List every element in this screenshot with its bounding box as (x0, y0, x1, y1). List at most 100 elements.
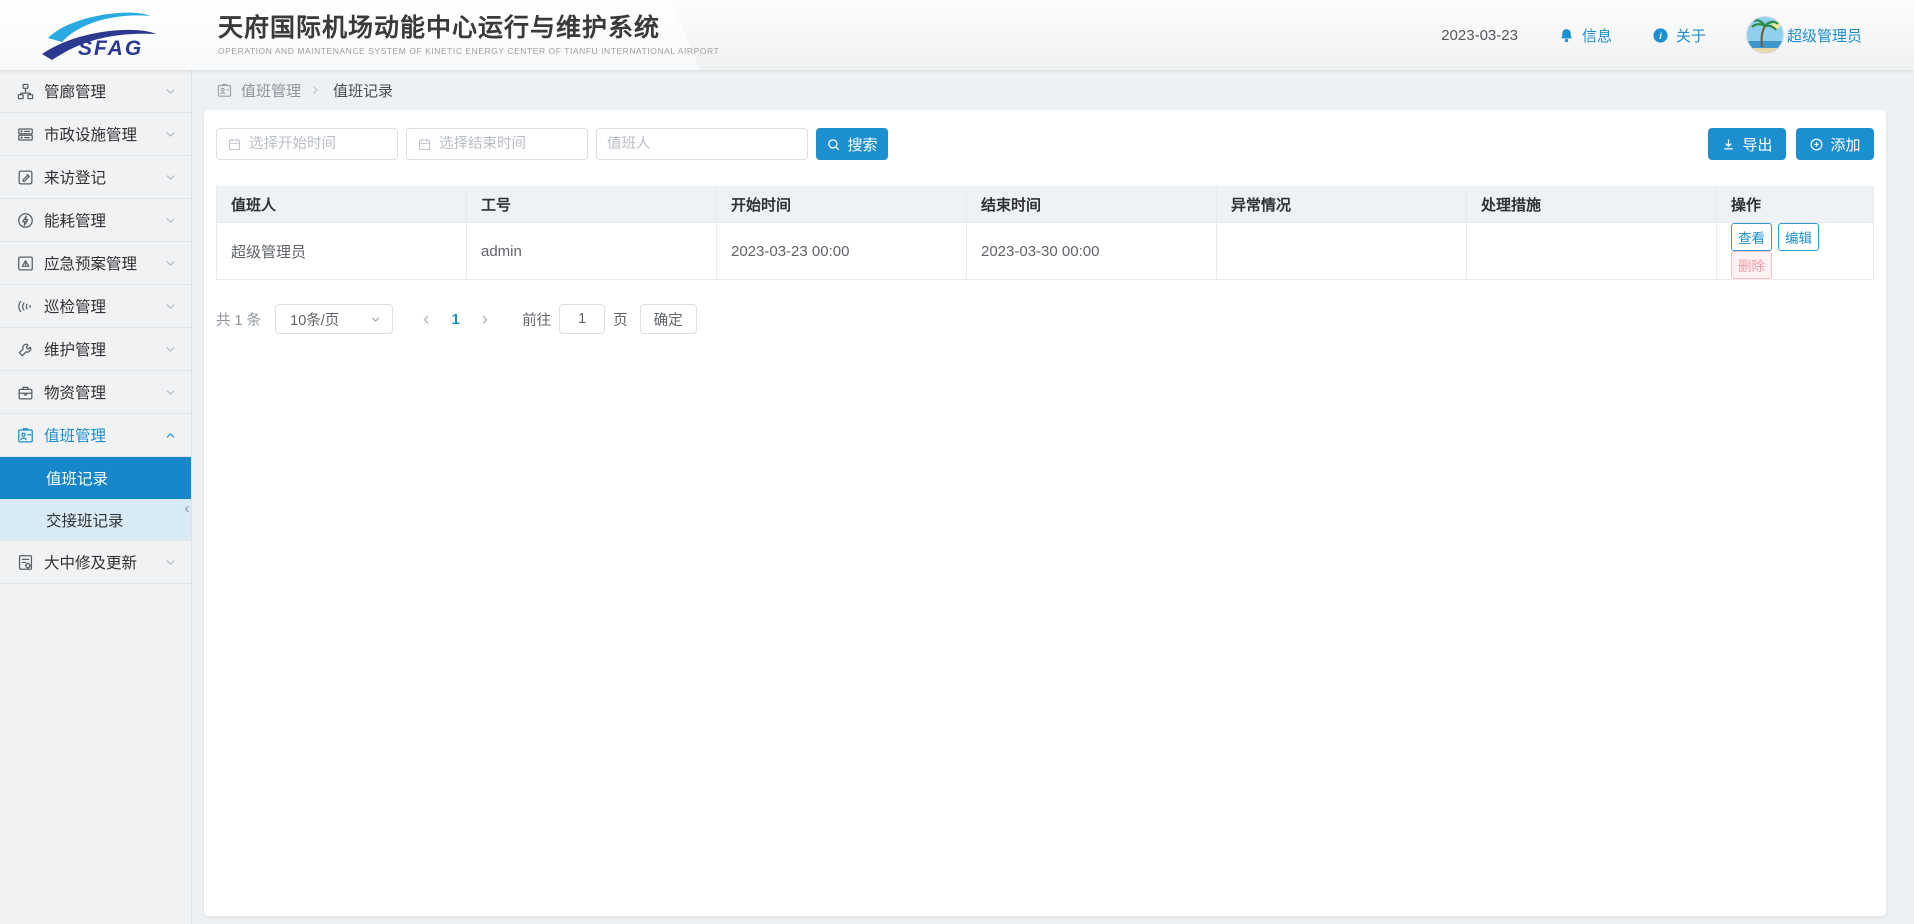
sidebar-collapse-handle[interactable]: ‹ (181, 494, 193, 522)
table-cell: 2023-03-23 00:00 (717, 223, 967, 280)
pagination: 共 1 条 10条/页 ‹ 1 › 前往 页 确定 (216, 304, 1874, 334)
sidebar-subitem-label: 交接班记录 (46, 509, 124, 531)
sidebar-item-pipe-gallery[interactable]: 管廊管理 (0, 70, 191, 113)
prev-page-button[interactable]: ‹ (411, 310, 441, 329)
calendar-icon (417, 137, 432, 152)
sidebar-item-label: 物资管理 (44, 381, 164, 403)
goto-confirm-button[interactable]: 确定 (640, 304, 697, 334)
user-menu[interactable]: 超级管理员 (1746, 16, 1862, 54)
inspection-icon (16, 297, 35, 316)
material-icon (16, 383, 35, 402)
breadcrumb-current: 值班记录 (333, 80, 393, 101)
edit-button[interactable]: 编辑 (1778, 223, 1819, 251)
chevron-down-icon (369, 313, 382, 326)
page-unit-label: 页 (613, 309, 628, 330)
chevron-down-icon (164, 556, 177, 569)
chevron-right-icon (309, 84, 321, 96)
table-row: 超级管理员admin2023-03-23 00:002023-03-30 00:… (217, 223, 1874, 280)
chevron-down-icon (164, 300, 177, 313)
sidebar-item-municipal-facility[interactable]: 市政设施管理 (0, 113, 191, 156)
table-cell (1217, 223, 1467, 280)
column-header: 开始时间 (717, 187, 967, 223)
brand-area: SFAG 天府国际机场动能中心运行与维护系统 OPERATION AND MAI… (38, 0, 719, 70)
search-button[interactable]: 搜索 (816, 128, 888, 160)
messages-label: 信息 (1582, 25, 1612, 46)
goto-page-input[interactable] (559, 304, 605, 334)
visit-register-icon (16, 168, 35, 187)
chevron-down-icon (164, 343, 177, 356)
breadcrumb: 值班管理 值班记录 (192, 70, 1914, 110)
duty-person-field[interactable] (596, 128, 808, 160)
sidebar-item-label: 管廊管理 (44, 80, 164, 102)
actions-cell: 查看编辑删除 (1717, 223, 1874, 280)
column-header: 处理措施 (1467, 187, 1717, 223)
sidebar-item-maintenance[interactable]: 维护管理 (0, 328, 191, 371)
sidebar-item-label: 市政设施管理 (44, 123, 164, 145)
sidebar-item-label: 大中修及更新 (44, 551, 164, 573)
export-button[interactable]: 导出 (1708, 128, 1786, 160)
table-cell: 超级管理员 (217, 223, 467, 280)
view-button[interactable]: 查看 (1731, 223, 1772, 251)
header-date: 2023-03-23 (1441, 27, 1518, 44)
municipal-facility-icon (16, 125, 35, 144)
duty-icon (216, 82, 233, 99)
end-time-input[interactable] (439, 136, 577, 152)
end-time-picker[interactable] (406, 128, 588, 160)
search-icon (826, 137, 841, 152)
plus-circle-icon (1809, 137, 1824, 152)
next-page-button[interactable]: › (470, 310, 500, 329)
table-cell: 2023-03-30 00:00 (967, 223, 1217, 280)
info-circle-icon: i (1652, 27, 1669, 44)
page-title: 天府国际机场动能中心运行与维护系统 (218, 14, 719, 42)
chevron-down-icon (164, 386, 177, 399)
column-header: 值班人 (217, 187, 467, 223)
svg-text:SFAG: SFAG (78, 37, 143, 60)
chevron-down-icon (164, 214, 177, 227)
goto-label: 前往 (522, 309, 551, 330)
bell-icon (1558, 27, 1575, 44)
chevron-down-icon (164, 171, 177, 184)
sidebar: 管廊管理市政设施管理来访登记能耗管理应急预案管理巡检管理维护管理物资管理值班管理… (0, 70, 192, 924)
energy-icon (16, 211, 35, 230)
sidebar-item-duty[interactable]: 值班管理 (0, 414, 191, 457)
total-count: 共 1 条 (216, 309, 261, 330)
page-subtitle: OPERATION AND MAINTENANCE SYSTEM OF KINE… (218, 46, 719, 56)
chevron-down-icon (164, 257, 177, 270)
sidebar-item-inspection[interactable]: 巡检管理 (0, 285, 191, 328)
sidebar-subitem[interactable]: 值班记录 (0, 457, 191, 499)
sidebar-item-label: 维护管理 (44, 338, 164, 360)
chevron-up-icon (164, 429, 177, 442)
page-number-1[interactable]: 1 (441, 311, 469, 328)
chevron-down-icon (164, 85, 177, 98)
table-cell (1467, 223, 1717, 280)
start-time-input[interactable] (249, 136, 387, 152)
content-card: 搜索 导出 添加 (204, 110, 1886, 916)
sidebar-item-visit-register[interactable]: 来访登记 (0, 156, 191, 199)
messages-link[interactable]: 信息 (1558, 25, 1612, 46)
column-header: 异常情况 (1217, 187, 1467, 223)
breadcrumb-parent[interactable]: 值班管理 (241, 80, 301, 101)
sidebar-item-material[interactable]: 物资管理 (0, 371, 191, 414)
download-icon (1721, 137, 1736, 152)
sidebar-item-overhaul[interactable]: 大中修及更新 (0, 541, 191, 584)
sidebar-item-energy[interactable]: 能耗管理 (0, 199, 191, 242)
sidebar-item-label: 应急预案管理 (44, 252, 164, 274)
start-time-picker[interactable] (216, 128, 398, 160)
sidebar-item-emergency-plan[interactable]: 应急预案管理 (0, 242, 191, 285)
overhaul-icon (16, 553, 35, 572)
add-button[interactable]: 添加 (1796, 128, 1874, 160)
avatar (1746, 16, 1784, 54)
delete-button[interactable]: 删除 (1731, 251, 1772, 279)
about-link[interactable]: i 关于 (1652, 25, 1706, 46)
maintenance-icon (16, 340, 35, 359)
duty-person-input[interactable] (607, 136, 797, 152)
sidebar-subitem[interactable]: 交接班记录 (0, 499, 191, 541)
duty-icon (16, 426, 35, 445)
svg-text:i: i (1659, 31, 1662, 41)
main-area: 值班管理 值班记录 (192, 70, 1914, 924)
sidebar-item-label: 来访登记 (44, 166, 164, 188)
page-size-select[interactable]: 10条/页 (275, 304, 393, 334)
column-header: 操作 (1717, 187, 1874, 223)
emergency-plan-icon (16, 254, 35, 273)
username: 超级管理员 (1787, 25, 1862, 46)
